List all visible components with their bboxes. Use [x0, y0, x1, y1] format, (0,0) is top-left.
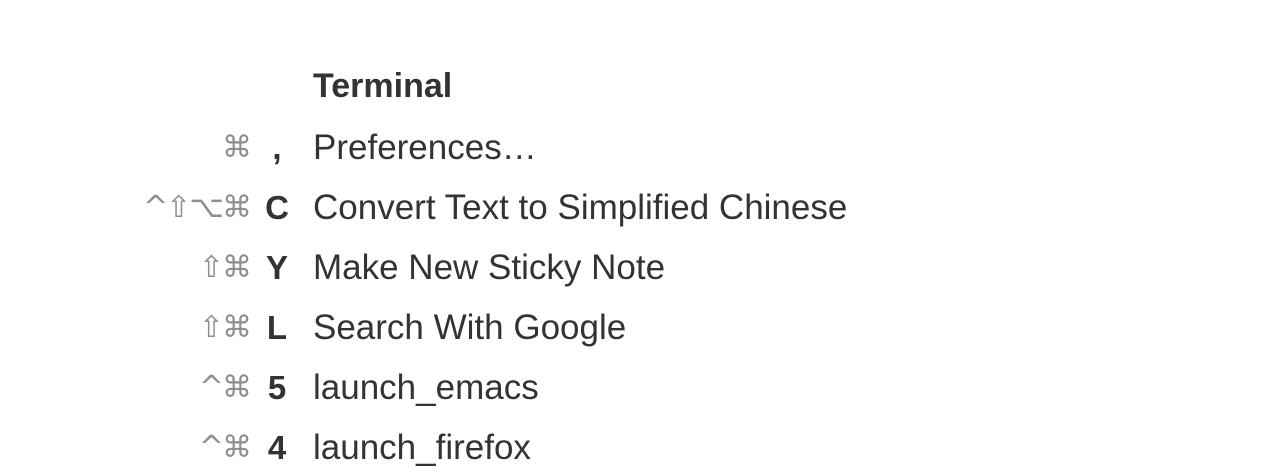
modifier-keys: ^⇧⌥⌘: [143, 190, 252, 225]
shortcut-label: Preferences…: [313, 128, 537, 167]
shortcut-key: ,: [272, 129, 282, 166]
shortcut-row-launch-firefox[interactable]: ^⌘ 4 launch_firefox: [0, 418, 1284, 476]
shortcut-row-launch-emacs[interactable]: ^⌘ 5 launch_emacs: [0, 358, 1284, 418]
shortcut-label: Search With Google: [313, 308, 627, 347]
modifier-keys: ⌘: [222, 130, 252, 165]
shortcut-key: Y: [265, 249, 288, 286]
shortcut-label: Convert Text to Simplified Chinese: [313, 188, 848, 227]
modifier-keys: ⇧⌘: [198, 250, 252, 285]
shortcut-list-panel: Terminal ⌘ , Preferences… ^⇧⌥⌘ C Convert…: [0, 0, 1284, 476]
shortcut-label: launch_firefox: [313, 428, 531, 467]
section-title: Terminal: [313, 67, 453, 105]
shortcut-label: launch_emacs: [313, 368, 539, 407]
modifier-keys: ^⌘: [198, 430, 252, 465]
shortcut-row-search-google[interactable]: ⇧⌘ L Search With Google: [0, 298, 1284, 358]
modifier-keys: ^⌘: [198, 370, 252, 405]
shortcut-row-preferences[interactable]: ⌘ , Preferences…: [0, 118, 1284, 178]
shortcut-row-sticky-note[interactable]: ⇧⌘ Y Make New Sticky Note: [0, 238, 1284, 298]
shortcut-row-convert-text[interactable]: ^⇧⌥⌘ C Convert Text to Simplified Chines…: [0, 178, 1284, 238]
shortcut-label: Make New Sticky Note: [313, 248, 666, 287]
shortcut-key: C: [265, 189, 289, 226]
shortcut-key: 5: [267, 369, 287, 406]
shortcut-key: 4: [267, 429, 287, 466]
shortcut-key: L: [266, 309, 288, 346]
modifier-keys: ⇧⌘: [198, 310, 252, 345]
